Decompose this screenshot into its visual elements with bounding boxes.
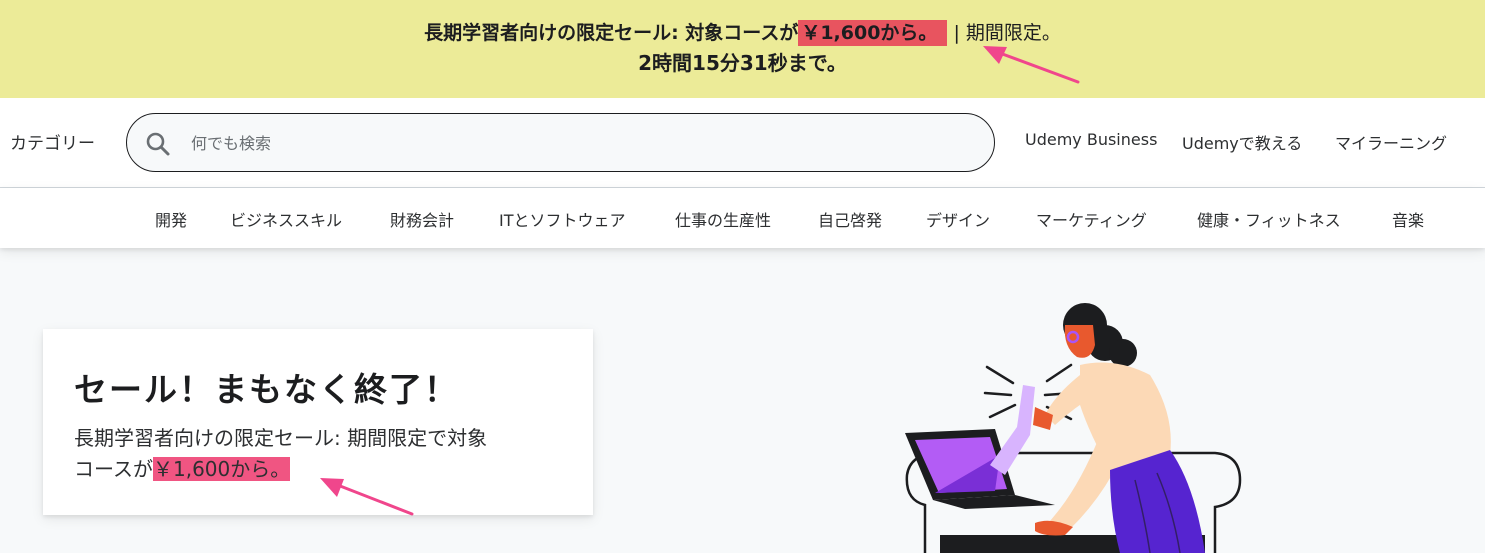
hero-illustration: [905, 303, 1242, 553]
search-bar[interactable]: [126, 113, 995, 172]
link-udemy-business[interactable]: Udemy Business: [1025, 130, 1157, 149]
category-design[interactable]: デザイン: [926, 207, 990, 231]
category-development[interactable]: 開発: [155, 207, 187, 231]
sale-description-prefix: コースが: [74, 457, 153, 481]
category-nav: 開発 ビジネススキル 財務会計 ITとソフトウェア 仕事の生産性 自己啓発 デザ…: [0, 188, 1485, 248]
promo-text: 長期学習者向けの限定セール: 対象コースが: [424, 22, 799, 44]
link-teach-on-udemy[interactable]: Udemyで教える: [1182, 130, 1302, 154]
category-finance[interactable]: 財務会計: [390, 207, 454, 231]
category-marketing[interactable]: マーケティング: [1036, 207, 1147, 231]
category-health-fitness[interactable]: 健康・フィットネス: [1197, 207, 1341, 231]
sale-price-highlight: ￥1,600から。: [153, 457, 291, 481]
sale-description-line1: 長期学習者向けの限定セール: 期間限定で対象: [74, 426, 488, 450]
category-productivity[interactable]: 仕事の生産性: [675, 207, 771, 231]
promo-price-highlight: ￥1,600から。: [798, 20, 948, 46]
categories-menu[interactable]: カテゴリー: [10, 129, 95, 154]
top-header: カテゴリー Udemy Business Udemyで教える マイラーニング: [0, 98, 1485, 188]
category-personal-development[interactable]: 自己啓発: [818, 207, 882, 231]
promo-banner: 長期学習者向けの限定セール: 対象コースが ￥1,600から。 | 期間限定。 2…: [0, 0, 1485, 98]
search-icon[interactable]: [145, 131, 171, 157]
category-music[interactable]: 音楽: [1392, 207, 1424, 231]
category-it-software[interactable]: ITとソフトウェア: [499, 207, 626, 231]
category-business[interactable]: ビジネススキル: [230, 207, 342, 231]
promo-headline: 長期学習者向けの限定セール: 対象コースが ￥1,600から。 | 期間限定。: [0, 19, 1485, 47]
annotation-arrow-banner: [983, 46, 1080, 84]
promo-countdown: 2時間15分31秒まで。: [638, 51, 847, 75]
annotation-arrow-hero: [320, 478, 414, 516]
link-my-learning[interactable]: マイラーニング: [1335, 130, 1447, 154]
sale-title: セール！まもなく終了！: [74, 370, 459, 409]
search-input[interactable]: [191, 128, 951, 158]
